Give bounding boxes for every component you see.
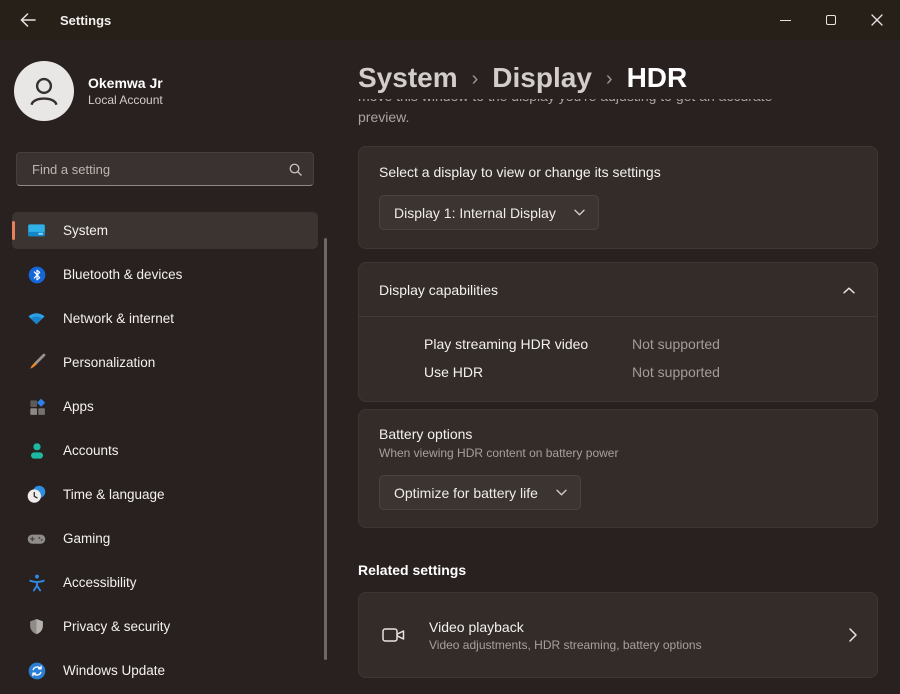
breadcrumb-display[interactable]: Display (492, 62, 592, 94)
sidebar-item-bluetooth-devices[interactable]: Bluetooth & devices (12, 256, 318, 293)
back-button[interactable] (12, 6, 44, 34)
close-button[interactable] (854, 0, 900, 40)
breadcrumb: System › Display › HDR (358, 62, 878, 94)
sidebar-item-label: System (63, 223, 108, 238)
sidebar-item-label: Network & internet (63, 311, 174, 326)
search-icon (288, 162, 303, 177)
sidebar-item-windows-update[interactable]: Windows Update (12, 652, 318, 689)
display-capabilities-card: Display capabilities Play streaming HDR … (358, 262, 878, 402)
breadcrumb-system[interactable]: System (358, 62, 458, 94)
minimize-icon (780, 20, 791, 21)
accessibility-icon (26, 572, 47, 593)
sidebar-item-system[interactable]: System (12, 212, 318, 249)
privacy-security-icon (26, 616, 47, 637)
video-playback-title: Video playback (429, 619, 827, 635)
battery-options-title: Battery options (379, 426, 857, 442)
selected-accent-bar (12, 221, 15, 240)
maximize-button[interactable] (808, 0, 854, 40)
video-playback-subtitle: Video adjustments, HDR streaming, batter… (429, 638, 827, 652)
breadcrumb-hdr: HDR (627, 62, 688, 94)
bluetooth-icon (26, 264, 47, 285)
battery-options-value: Optimize for battery life (394, 485, 538, 501)
sidebar-item-label: Privacy & security (63, 619, 170, 634)
display-select-dropdown[interactable]: Display 1: Internal Display (379, 195, 599, 230)
apps-icon (26, 396, 47, 417)
settings-window: Settings Okemwa Jr Local Account (0, 0, 900, 694)
main-content: System › Display › HDR move this window … (330, 40, 900, 694)
related-settings-heading: Related settings (358, 562, 878, 578)
app-title: Settings (60, 13, 111, 28)
sidebar-item-label: Apps (63, 399, 94, 414)
search-input[interactable] (30, 161, 288, 178)
sidebar-item-network-internet[interactable]: Network & internet (12, 300, 318, 337)
battery-options-subtitle: When viewing HDR content on battery powe… (379, 446, 857, 460)
display-capabilities-header[interactable]: Display capabilities (359, 263, 877, 316)
chevron-up-icon (843, 287, 855, 294)
display-select-value: Display 1: Internal Display (394, 205, 556, 221)
intro-line-visible: preview. (358, 107, 838, 128)
sidebar-item-label: Time & language (63, 487, 165, 502)
sidebar-item-label: Personalization (63, 355, 155, 370)
sidebar-item-gaming[interactable]: Gaming (12, 520, 318, 557)
sidebar-scrollbar[interactable] (324, 238, 327, 660)
profile-name: Okemwa Jr (88, 74, 163, 92)
capability-value: Not supported (632, 364, 720, 380)
avatar (14, 61, 74, 121)
settings-cards: Select a display to view or change its s… (358, 146, 878, 678)
video-playback-item[interactable]: Video playback Video adjustments, HDR st… (358, 592, 878, 678)
video-camera-icon (381, 623, 407, 647)
sidebar-item-label: Accounts (63, 443, 119, 458)
display-capabilities-title: Display capabilities (379, 282, 498, 298)
sidebar-item-label: Gaming (63, 531, 110, 546)
sidebar-item-accounts[interactable]: Accounts (12, 432, 318, 469)
intro-line-clipped: move this window to the display you're a… (358, 99, 838, 107)
sidebar-item-privacy-security[interactable]: Privacy & security (12, 608, 318, 645)
system-icon (26, 220, 47, 241)
windows-update-icon (26, 660, 47, 681)
sidebar-nav: System Bluetooth & devices Network & int… (12, 212, 318, 689)
sidebar-item-label: Bluetooth & devices (63, 267, 182, 282)
intro-text-clipped: move this window to the display you're a… (358, 99, 878, 135)
sidebar: Okemwa Jr Local Account System (0, 40, 330, 694)
capability-value: Not supported (632, 336, 720, 352)
sidebar-item-apps[interactable]: Apps (12, 388, 318, 425)
chevron-right-icon (849, 628, 857, 642)
user-profile[interactable]: Okemwa Jr Local Account (14, 60, 314, 122)
battery-options-card: Battery options When viewing HDR content… (358, 409, 878, 528)
sidebar-item-personalization[interactable]: Personalization (12, 344, 318, 381)
gaming-icon (26, 528, 47, 549)
capability-row: Use HDR Not supported (424, 358, 857, 386)
chevron-down-icon (556, 489, 567, 496)
accounts-icon (26, 440, 47, 461)
titlebar: Settings (0, 0, 900, 40)
profile-texts: Okemwa Jr Local Account (88, 74, 163, 108)
window-controls (762, 0, 900, 40)
maximize-icon (826, 15, 836, 25)
search-box[interactable] (16, 152, 314, 186)
sidebar-item-time-language[interactable]: Time & language (12, 476, 318, 513)
minimize-button[interactable] (762, 0, 808, 40)
display-capabilities-body: Play streaming HDR video Not supported U… (359, 316, 877, 401)
profile-account-type: Local Account (88, 92, 163, 108)
display-select-label: Select a display to view or change its s… (379, 164, 857, 180)
time-language-icon (26, 484, 47, 505)
chevron-down-icon (574, 209, 585, 216)
person-icon (22, 69, 66, 113)
capability-row: Play streaming HDR video Not supported (424, 330, 857, 358)
sidebar-item-accessibility[interactable]: Accessibility (12, 564, 318, 601)
sidebar-item-label: Windows Update (63, 663, 165, 678)
breadcrumb-separator: › (606, 66, 613, 91)
back-arrow-icon (20, 13, 36, 27)
personalization-icon (26, 352, 47, 373)
sidebar-item-label: Accessibility (63, 575, 137, 590)
breadcrumb-separator: › (472, 66, 479, 91)
network-icon (26, 308, 47, 329)
display-select-card: Select a display to view or change its s… (358, 146, 878, 249)
capability-label: Use HDR (424, 364, 632, 380)
close-icon (871, 14, 883, 26)
capability-label: Play streaming HDR video (424, 336, 632, 352)
battery-options-dropdown[interactable]: Optimize for battery life (379, 475, 581, 510)
